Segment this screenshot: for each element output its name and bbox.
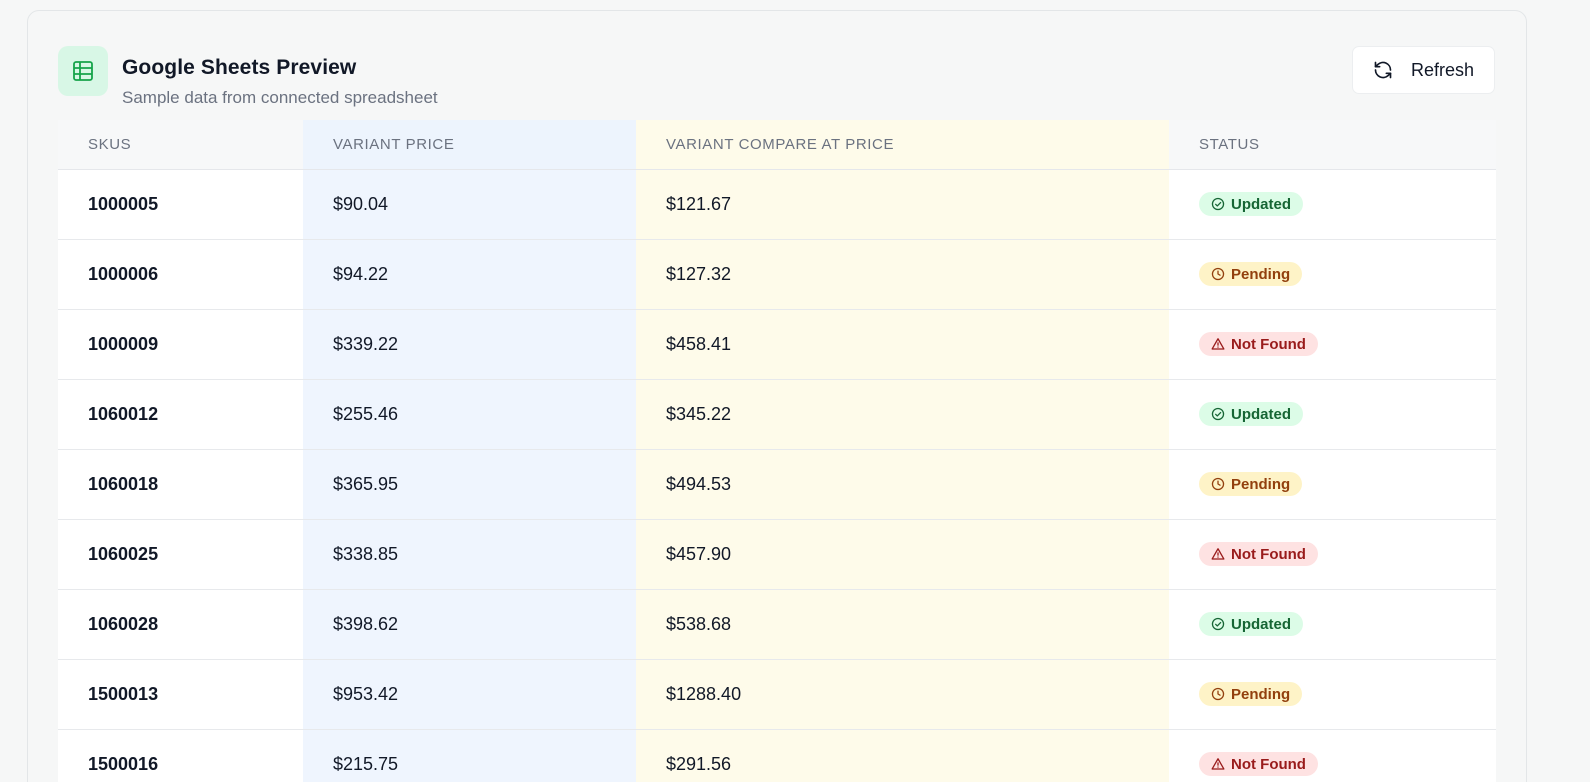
table-row[interactable]: 1060028 $398.62 $538.68 Updated	[58, 589, 1496, 660]
check-circle-icon	[1211, 197, 1225, 211]
status-label: Updated	[1231, 195, 1291, 213]
refresh-button-label: Refresh	[1410, 59, 1475, 80]
status-cell: Updated	[1169, 589, 1496, 660]
spreadsheet-icon	[58, 46, 108, 96]
status-badge: Pending	[1199, 682, 1303, 706]
clock-icon	[1211, 687, 1225, 701]
compare-at-price-cell: $121.67	[636, 169, 1169, 240]
status-label: Not Found	[1231, 545, 1306, 563]
table-row[interactable]: 1500013 $953.42 $1288.40 Pending	[58, 659, 1496, 730]
compare-at-price-cell: $127.32	[636, 239, 1169, 310]
variant-price-cell: $255.46	[303, 379, 636, 450]
table-header-row: SKUS VARIANT PRICE VARIANT COMPARE AT PR…	[58, 120, 1496, 170]
status-label: Pending	[1231, 475, 1291, 493]
status-badge: Pending	[1199, 262, 1303, 286]
status-cell: Not Found	[1169, 519, 1496, 590]
table-row[interactable]: 1060012 $255.46 $345.22 Updated	[58, 379, 1496, 450]
variant-price-cell: $953.42	[303, 659, 636, 730]
compare-at-price-cell: $291.56	[636, 729, 1169, 782]
variant-price-cell: $365.95	[303, 449, 636, 520]
compare-at-price-cell: $1288.40	[636, 659, 1169, 730]
variant-price-cell: $215.75	[303, 729, 636, 782]
data-table: SKUS VARIANT PRICE VARIANT COMPARE AT PR…	[58, 120, 1496, 782]
refresh-button[interactable]: Refresh	[1352, 46, 1495, 94]
column-header-variant-price: VARIANT PRICE	[303, 120, 636, 170]
compare-at-price-cell: $494.53	[636, 449, 1169, 520]
variant-price-cell: $398.62	[303, 589, 636, 660]
table-row[interactable]: 1000005 $90.04 $121.67 Updated	[58, 169, 1496, 240]
sku-cell: 1500016	[58, 729, 303, 782]
page-title: Google Sheets Preview	[122, 56, 357, 79]
variant-price-cell: $339.22	[303, 309, 636, 380]
status-badge: Pending	[1199, 472, 1303, 496]
data-table-container[interactable]: SKUS VARIANT PRICE VARIANT COMPARE AT PR…	[58, 120, 1496, 782]
warning-triangle-icon	[1211, 757, 1225, 771]
warning-triangle-icon	[1211, 337, 1225, 351]
status-badge: Updated	[1199, 402, 1303, 426]
card-header: Google Sheets Preview Sample data from c…	[58, 45, 1496, 107]
check-circle-icon	[1211, 407, 1225, 421]
check-circle-icon	[1211, 617, 1225, 631]
column-header-skus: SKUS	[58, 120, 303, 170]
status-cell: Not Found	[1169, 729, 1496, 782]
sku-cell: 1000006	[58, 239, 303, 310]
status-badge: Not Found	[1199, 332, 1318, 356]
table-row[interactable]: 1060025 $338.85 $457.90 Not Found	[58, 519, 1496, 590]
warning-triangle-icon	[1211, 547, 1225, 561]
table-row[interactable]: 1000009 $339.22 $458.41 Not Found	[58, 309, 1496, 380]
status-cell: Pending	[1169, 659, 1496, 730]
sku-cell: 1060012	[58, 379, 303, 450]
status-cell: Pending	[1169, 239, 1496, 310]
status-badge: Not Found	[1199, 752, 1318, 776]
status-cell: Not Found	[1169, 309, 1496, 380]
clock-icon	[1211, 477, 1225, 491]
compare-at-price-cell: $458.41	[636, 309, 1169, 380]
status-label: Pending	[1231, 265, 1291, 283]
status-badge: Not Found	[1199, 542, 1318, 566]
variant-price-cell: $90.04	[303, 169, 636, 240]
compare-at-price-cell: $538.68	[636, 589, 1169, 660]
variant-price-cell: $338.85	[303, 519, 636, 590]
clock-icon	[1211, 267, 1225, 281]
sku-cell: 1060025	[58, 519, 303, 590]
sku-cell: 1060018	[58, 449, 303, 520]
status-label: Not Found	[1231, 755, 1306, 773]
sku-cell: 1060028	[58, 589, 303, 660]
compare-at-price-cell: $457.90	[636, 519, 1169, 590]
status-cell: Updated	[1169, 379, 1496, 450]
status-label: Updated	[1231, 615, 1291, 633]
sku-cell: 1500013	[58, 659, 303, 730]
status-label: Not Found	[1231, 335, 1306, 353]
status-badge: Updated	[1199, 192, 1303, 216]
table-row[interactable]: 1500016 $215.75 $291.56 Not Found	[58, 729, 1496, 782]
sku-cell: 1000009	[58, 309, 303, 380]
compare-at-price-cell: $345.22	[636, 379, 1169, 450]
variant-price-cell: $94.22	[303, 239, 636, 310]
status-label: Updated	[1231, 405, 1291, 423]
status-badge: Updated	[1199, 612, 1303, 636]
table-row[interactable]: 1060018 $365.95 $494.53 Pending	[58, 449, 1496, 520]
sku-cell: 1000005	[58, 169, 303, 240]
column-header-variant-compare-at-price: VARIANT COMPARE AT PRICE	[636, 120, 1169, 170]
status-cell: Pending	[1169, 449, 1496, 520]
status-cell: Updated	[1169, 169, 1496, 240]
table-row[interactable]: 1000006 $94.22 $127.32 Pending	[58, 239, 1496, 310]
refresh-icon	[1373, 60, 1393, 80]
status-label: Pending	[1231, 685, 1291, 703]
page-subtitle: Sample data from connected spreadsheet	[122, 88, 438, 107]
column-header-status: STATUS	[1169, 120, 1496, 170]
